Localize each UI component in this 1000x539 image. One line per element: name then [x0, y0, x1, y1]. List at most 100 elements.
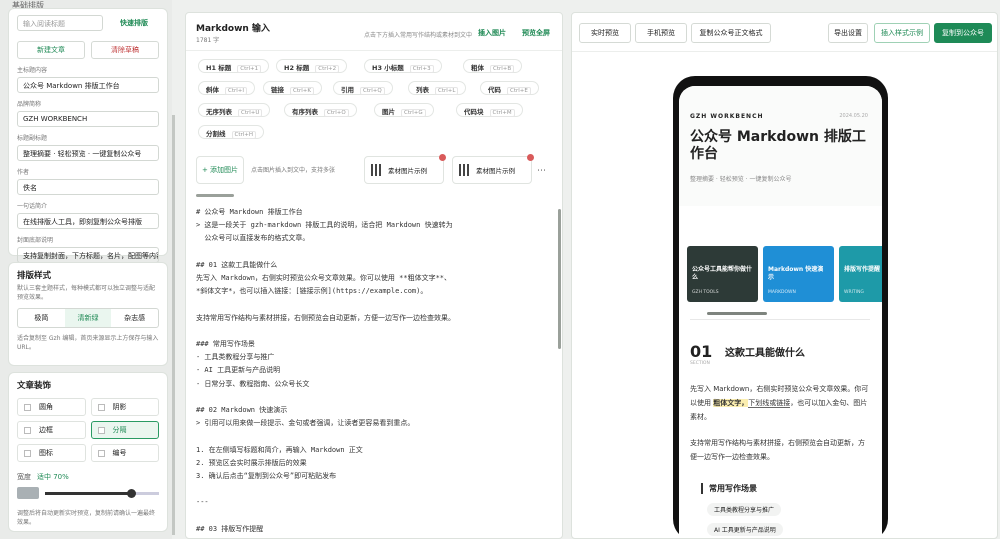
field-label: 封面底部说明: [17, 237, 54, 244]
qr-thumb-icon: [459, 164, 471, 176]
checkbox-icon: [24, 403, 31, 411]
copy-to-wechat-button[interactable]: 复制到公众号: [934, 23, 992, 43]
markdown-line: 公众号可以直接发布的格式文章。: [196, 234, 310, 243]
color-swatch[interactable]: [17, 487, 39, 499]
live-preview-button[interactable]: 实时预览: [579, 23, 631, 43]
tool-bold[interactable]: 粗体 Ctrl+B: [463, 59, 523, 73]
article-card[interactable]: Markdown 快速演示 MARKDOWN: [763, 246, 834, 302]
tool-link[interactable]: 链接 Ctrl+K: [263, 81, 323, 95]
remove-image-icon[interactable]: [527, 154, 534, 161]
basic-info-card: 输入阅读标题 快速排版 新建文章 清除草稿 主标题内容 公众号 Markdown…: [8, 8, 168, 263]
phone-frame: GZH WORKBENCH 2024.05.20 公众号 Markdown 排版…: [673, 76, 888, 538]
field-label: 品牌简称: [17, 101, 42, 108]
decor-card: 文章装饰 圆角 阴影 边框 分隔 图标 编号 宽度 适中 70% 调整后将自动更…: [8, 372, 168, 532]
decor-option[interactable]: 图标: [17, 444, 86, 462]
markdown-line: [196, 483, 536, 496]
editor-title: Markdown 输入: [196, 24, 270, 34]
width-slider[interactable]: [45, 488, 159, 498]
tool-h1[interactable]: H1 标题 Ctrl+1: [198, 59, 270, 73]
underlined-text: 下划线或链接: [748, 399, 791, 408]
checkbox-icon: [97, 449, 105, 457]
preview-toolbar-divider: [572, 51, 997, 52]
markdown-line: - 日常分享、教程指南、公众号长文: [196, 379, 310, 388]
slider-handle[interactable]: [126, 488, 136, 498]
word-count: 1781 字: [196, 37, 220, 44]
tool-italic[interactable]: 斜体 Ctrl+I: [198, 81, 256, 95]
summary-input[interactable]: 在线排版人工具，即刻复制公众号排版: [17, 213, 159, 229]
export-settings-button[interactable]: 导出设置: [828, 23, 868, 43]
markdown-toolbar: H1 标题 Ctrl+1 H2 标题 Ctrl+2 H3 小标题 Ctrl+3 粗体 C…: [198, 59, 548, 149]
markdown-line: 先写入 Markdown，右侧实时预览公众号文章效果。你可以使用 **粗体文字*…: [196, 274, 452, 283]
tool-h2[interactable]: H2 标题 Ctrl+2: [276, 59, 348, 73]
sidebar-scrollbar[interactable]: [172, 115, 175, 535]
checkbox-icon: [24, 449, 31, 457]
tool-list[interactable]: 列表 Ctrl+L: [408, 81, 467, 95]
markdown-line: [196, 430, 536, 443]
field-label: 主标题内容: [17, 67, 48, 74]
markdown-line: [196, 246, 536, 259]
subtitle-input[interactable]: 整理摘要 · 轻松预览 · 一键复制公众号: [17, 145, 159, 161]
copy-format-button[interactable]: 复制公众号正文格式: [691, 23, 771, 43]
tool-divider[interactable]: 分割线 Ctrl+H: [198, 125, 265, 139]
tool-unordered-list[interactable]: 无序列表 Ctrl+U: [198, 103, 271, 117]
tool-code[interactable]: 代码 Ctrl+E: [480, 81, 539, 95]
article-paragraph: 支持常用写作结构与素材拼接，右侧预览会自动更新，方便一边写作一边检查效果。: [690, 439, 865, 461]
highlighted-text: 粗体文字，: [713, 399, 749, 407]
decor-option-selected[interactable]: 分隔: [90, 421, 159, 439]
new-article-button[interactable]: 新建文章: [17, 41, 85, 59]
layout-note: 默认三套主题样式，每种模式都可以独立调整与适配预览效果。: [17, 285, 156, 301]
cover-note-input[interactable]: 支持复制封面，下方标题，名片，配图等内容: [17, 247, 159, 263]
markdown-line: [196, 298, 536, 311]
insert-image-link[interactable]: 插入图片: [478, 28, 506, 38]
remove-image-icon[interactable]: [439, 154, 446, 161]
tool-quote[interactable]: 引用 Ctrl+Q: [333, 81, 393, 95]
tool-h3[interactable]: H3 小标题 Ctrl+3: [364, 59, 442, 73]
layout-option-green[interactable]: 清新绿: [64, 309, 112, 327]
decor-option[interactable]: 编号: [90, 444, 159, 462]
strip-scrollbar[interactable]: [196, 194, 234, 197]
more-icon[interactable]: ⋯: [537, 166, 546, 176]
mobile-preview-button[interactable]: 手机预览: [635, 23, 687, 43]
markdown-line: - 工具类教程分享与推广: [196, 353, 275, 362]
quick-layout-button[interactable]: 快速排版: [109, 15, 159, 31]
markdown-line: # 公众号 Markdown 排版工作台: [196, 208, 303, 216]
markdown-line: 2. 预览区会实时展示排版后的效果: [196, 458, 307, 467]
tool-image[interactable]: 图片 Ctrl+G: [374, 103, 434, 117]
markdown-textarea[interactable]: # 公众号 Markdown 排版工作台 > 这是一段关于 gzh-markdow…: [196, 206, 536, 536]
decor-section-title: 文章装饰: [17, 381, 52, 391]
settings-sidebar: 基础排版 输入阅读标题 快速排版 新建文章 清除草稿 主标题内容 公众号 Mar…: [0, 0, 172, 539]
article-card[interactable]: 排版写作提醒 WRITING: [839, 246, 882, 302]
author-input[interactable]: 佚名: [17, 179, 159, 195]
layout-option-minimal[interactable]: 极简: [18, 309, 65, 327]
decor-option[interactable]: 阴影: [90, 398, 159, 416]
title-search-input[interactable]: 输入阅读标题: [17, 15, 103, 31]
field-label: 作者: [17, 169, 30, 176]
decor-option[interactable]: 圆角: [17, 398, 86, 416]
markdown-line: 支持常用写作结构与素材拼接，右侧预览会自动更新，方便一边写作一边检查效果。: [196, 313, 455, 322]
add-image-button[interactable]: + 添加图片: [196, 156, 244, 184]
main-title-input[interactable]: 公众号 Markdown 排版工作台: [17, 77, 159, 93]
layout-option-magazine[interactable]: 杂志感: [111, 309, 158, 327]
field-label: 标题副标题: [17, 135, 48, 142]
brand-input[interactable]: GZH WORKBENCH: [17, 111, 159, 127]
fullscreen-preview-link[interactable]: 预览全屏: [522, 28, 550, 38]
markdown-line: 1. 在左侧填写标题和简介，再输入 Markdown 正文: [196, 445, 363, 454]
layout-note-secondary: 适合复制至 Gzh 编辑，首页来源显示上方保存与输入 URL。: [17, 335, 159, 351]
insert-sample-button[interactable]: 插入样式示例: [874, 23, 930, 43]
slider-value-label: 适中 70%: [37, 473, 69, 481]
tool-code-block[interactable]: 代码块 Ctrl+M: [456, 103, 523, 117]
markdown-line: - AI 工具更新与产品说明: [196, 366, 281, 375]
article-card[interactable]: 公众号工具能帮你做什么 GZH TOOLS: [687, 246, 758, 302]
cards-scrollbar[interactable]: [707, 312, 767, 315]
tool-ordered-list[interactable]: 有序列表 Ctrl+O: [284, 103, 357, 117]
checkbox-icon: [97, 403, 105, 411]
section-divider: [690, 319, 870, 320]
article-date: 2024.05.20: [839, 113, 868, 119]
image-strip-desc: 点击图片插入到文中，支持多张: [251, 167, 336, 174]
editor-scrollbar[interactable]: [558, 209, 561, 349]
section-title: 这款工具能做什么: [725, 348, 805, 359]
image-thumb[interactable]: 素材图片示例: [452, 154, 534, 184]
clear-draft-button[interactable]: 清除草稿: [91, 41, 159, 59]
image-thumb[interactable]: 素材图片示例: [364, 154, 446, 184]
decor-option[interactable]: 边框: [17, 421, 86, 439]
